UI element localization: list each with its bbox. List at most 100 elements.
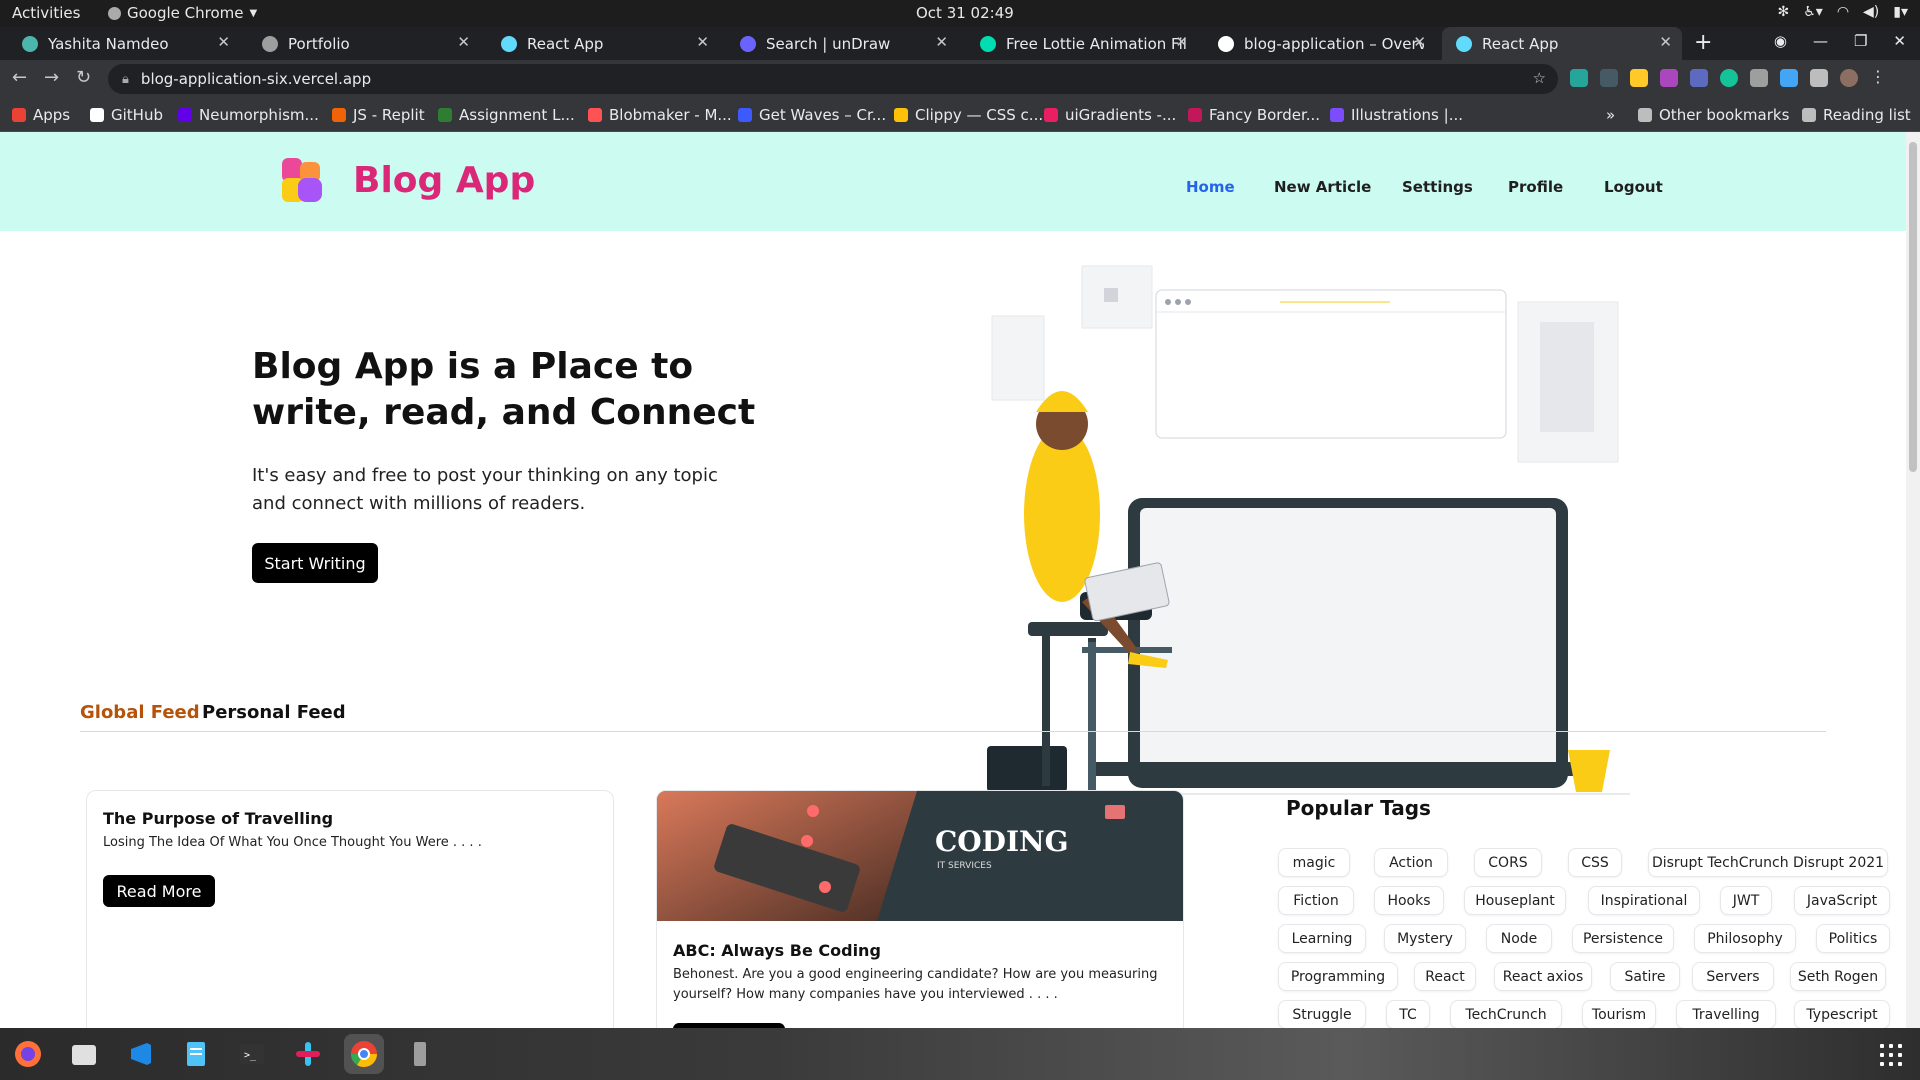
nav-logout[interactable]: Logout <box>1604 178 1663 196</box>
tag-chip[interactable]: Struggle <box>1278 1000 1366 1028</box>
article-title[interactable]: ABC: Always Be Coding <box>673 941 881 960</box>
maximize-icon[interactable]: ❐ <box>1854 32 1867 50</box>
tag-chip[interactable]: TechCrunch <box>1450 1000 1562 1028</box>
browser-tab[interactable]: blog-application – Overvie ✕ <box>1204 27 1436 60</box>
tag-chip[interactable]: Seth Rogen <box>1790 962 1886 991</box>
chrome-icon[interactable] <box>344 1034 384 1074</box>
other-bookmarks[interactable]: Other bookmarks <box>1638 106 1789 124</box>
bookmark-item[interactable]: Neumorphism... <box>178 106 319 124</box>
tab-search-icon[interactable]: ◉ <box>1774 32 1787 50</box>
extension-icon[interactable] <box>1600 69 1618 87</box>
bookmark-apps[interactable]: Apps <box>12 106 70 124</box>
close-tab-icon[interactable]: ✕ <box>457 33 470 51</box>
extension-icon[interactable] <box>1570 69 1588 87</box>
bookmark-item[interactable]: Assignment L... <box>438 106 575 124</box>
extension-icon[interactable] <box>1690 69 1708 87</box>
slack-icon[interactable] <box>288 1034 328 1074</box>
browser-tab[interactable]: Yashita Namdeo ✕ <box>8 27 240 60</box>
reading-list[interactable]: Reading list <box>1802 106 1911 124</box>
app-menu[interactable]: Google Chrome ▼ <box>108 4 257 22</box>
new-tab-button[interactable]: + <box>1694 30 1712 55</box>
back-icon[interactable]: ← <box>12 67 27 88</box>
tab-global-feed[interactable]: Global Feed <box>80 702 200 723</box>
extension-icon[interactable] <box>1660 69 1678 87</box>
nav-new-article[interactable]: New Article <box>1274 178 1371 196</box>
tab-personal-feed[interactable]: Personal Feed <box>202 702 346 723</box>
bookmark-item[interactable]: Fancy Border... <box>1188 106 1320 124</box>
browser-tab[interactable]: Search | unDraw ✕ <box>726 27 958 60</box>
show-apps-icon[interactable] <box>1880 1044 1902 1066</box>
bookmark-item[interactable]: Illustrations |... <box>1330 106 1463 124</box>
tag-chip[interactable]: Inspirational <box>1588 886 1700 915</box>
text-editor-icon[interactable] <box>176 1034 216 1074</box>
tag-chip[interactable]: Learning <box>1278 924 1366 953</box>
browser-tab[interactable]: Free Lottie Animation File ✕ <box>966 27 1198 60</box>
system-tray[interactable]: ✻ ♿▾ ◠ ◀) ▮▾ <box>1778 4 1909 20</box>
firefox-icon[interactable] <box>8 1034 48 1074</box>
battery-icon[interactable]: ▮▾ <box>1893 4 1908 20</box>
nav-home[interactable]: Home <box>1186 178 1235 196</box>
download-icon[interactable] <box>1780 69 1798 87</box>
tag-chip[interactable]: Houseplant <box>1464 886 1566 915</box>
browser-tab[interactable]: Portfolio ✕ <box>248 27 480 60</box>
clock[interactable]: Oct 31 02:49 <box>916 4 1014 22</box>
tag-chip[interactable]: Persistence <box>1572 924 1674 953</box>
tag-chip[interactable]: TC <box>1386 1000 1430 1028</box>
close-tab-icon[interactable]: ✕ <box>1413 33 1426 51</box>
tag-chip[interactable]: Satire <box>1610 962 1680 991</box>
scrollbar-thumb[interactable] <box>1909 142 1917 472</box>
close-tab-icon[interactable]: ✕ <box>935 33 948 51</box>
minimize-icon[interactable]: — <box>1813 32 1828 50</box>
reload-icon[interactable]: ↻ <box>76 67 91 88</box>
tag-chip[interactable]: React axios <box>1494 962 1592 991</box>
bookmark-item[interactable]: Clippy — CSS c... <box>894 106 1043 124</box>
bookmark-item[interactable]: Blobmaker - M... <box>588 106 732 124</box>
tag-chip[interactable]: Travelling <box>1676 1000 1776 1028</box>
close-tab-icon[interactable]: ✕ <box>1175 33 1188 51</box>
terminal-icon[interactable]: >_ <box>232 1034 272 1074</box>
lock-icon[interactable]: 🔒︎ <box>122 72 129 87</box>
files-icon[interactable] <box>64 1034 104 1074</box>
profile-avatar[interactable] <box>1840 69 1858 87</box>
start-writing-button[interactable]: Start Writing <box>252 543 378 583</box>
puzzle-icon[interactable] <box>1810 69 1828 87</box>
tag-chip[interactable]: Servers <box>1692 962 1774 991</box>
read-more-button[interactable]: Read More <box>103 875 215 907</box>
screenshot-icon[interactable] <box>1750 69 1768 87</box>
menu-kebab-icon[interactable]: ⋮ <box>1870 69 1888 87</box>
grammarly-icon[interactable] <box>1720 69 1738 87</box>
slack-tray-icon[interactable]: ✻ <box>1778 4 1790 20</box>
tag-chip[interactable]: Hooks <box>1374 886 1444 915</box>
volume-icon[interactable]: ◀) <box>1863 4 1879 20</box>
page-scrollbar[interactable] <box>1906 132 1920 1028</box>
nav-profile[interactable]: Profile <box>1508 178 1563 196</box>
tag-chip[interactable]: Node <box>1486 924 1552 953</box>
bookmark-item[interactable]: uiGradients -... <box>1044 106 1176 124</box>
accessibility-icon[interactable]: ♿▾ <box>1803 4 1823 20</box>
tag-chip[interactable]: Politics <box>1816 924 1890 953</box>
tag-chip[interactable]: magic <box>1278 848 1350 877</box>
article-card[interactable]: CODING IT SERVICES ABC: Always Be Coding… <box>656 790 1184 1028</box>
tag-chip[interactable]: Programming <box>1278 962 1398 991</box>
tag-chip[interactable]: Action <box>1374 848 1448 877</box>
forward-icon[interactable]: → <box>44 67 59 88</box>
tag-chip[interactable]: Fiction <box>1278 886 1354 915</box>
address-bar[interactable]: 🔒︎ blog-application-six.vercel.app ☆ <box>108 64 1558 94</box>
tag-chip[interactable]: Philosophy <box>1694 924 1796 953</box>
close-tab-icon[interactable]: ✕ <box>696 33 709 51</box>
tag-chip[interactable]: Mystery <box>1384 924 1466 953</box>
close-window-icon[interactable]: ✕ <box>1893 32 1906 50</box>
close-tab-icon[interactable]: ✕ <box>217 33 230 51</box>
browser-tab-active[interactable]: React App ✕ <box>1442 27 1682 60</box>
bookmarks-overflow-icon[interactable]: » <box>1606 106 1615 124</box>
tag-chip[interactable]: JavaScript <box>1794 886 1890 915</box>
article-card[interactable]: The Purpose of Travelling Losing The Ide… <box>86 790 614 1028</box>
bookmark-item[interactable]: JS - Replit <box>332 106 425 124</box>
tag-chip[interactable]: CSS <box>1568 848 1622 877</box>
bookmark-item[interactable]: Get Waves – Cr... <box>738 106 886 124</box>
blog-app-logo-icon[interactable] <box>282 158 324 204</box>
vscode-icon[interactable] <box>120 1034 160 1074</box>
wifi-icon[interactable]: ◠ <box>1837 4 1849 20</box>
browser-tab[interactable]: React App ✕ <box>487 27 719 60</box>
close-tab-icon[interactable]: ✕ <box>1659 33 1672 51</box>
